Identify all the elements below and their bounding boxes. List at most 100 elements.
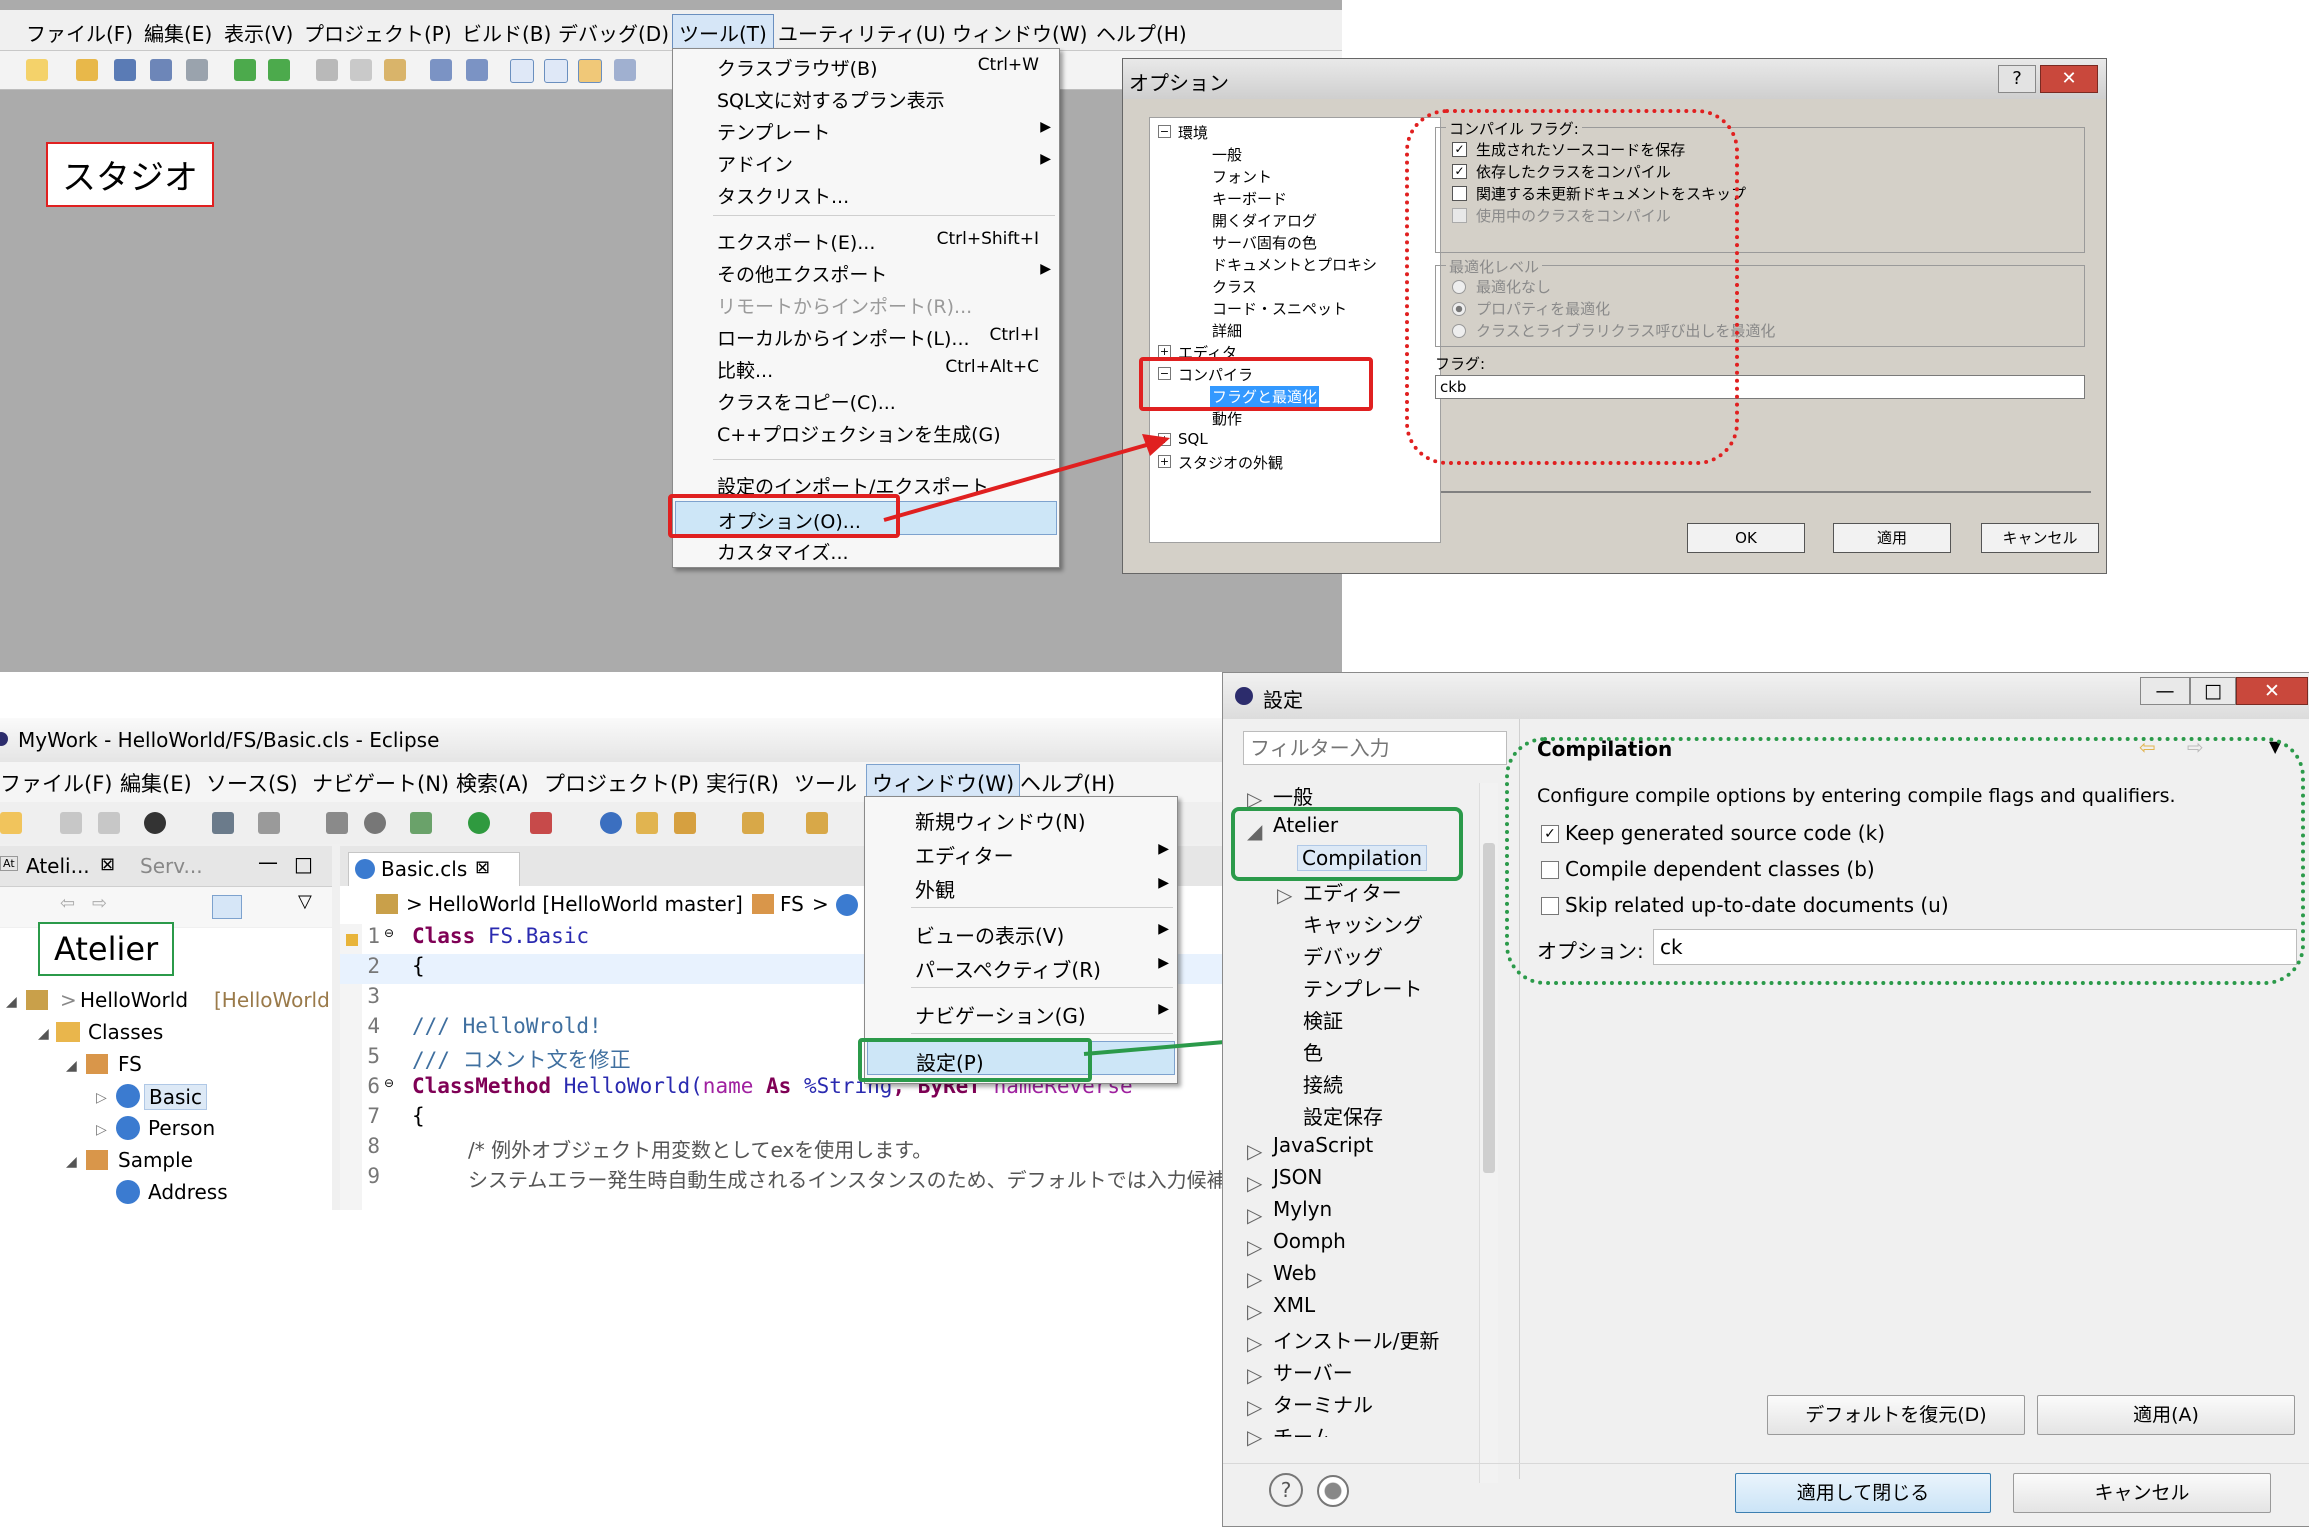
prefs-tree-team[interactable]: チーム	[1273, 1421, 1332, 1437]
tree-env[interactable]: 環境	[1178, 122, 1208, 143]
tree-behavior[interactable]: 動作	[1212, 408, 1242, 429]
menu-item-remote-import[interactable]: リモートからインポート(R)...	[673, 287, 1059, 319]
menu-item-appearance[interactable]: 外観 ▶	[865, 869, 1177, 902]
menu-item-new-window[interactable]: 新規ウィンドウ(N)	[865, 801, 1177, 834]
page-icon[interactable]	[544, 59, 568, 83]
minimize-icon[interactable]: —	[2140, 677, 2190, 705]
expand-icon[interactable]: ◢	[66, 1154, 77, 1170]
back-icon[interactable]: ⇦	[60, 893, 75, 914]
apply-and-close-button[interactable]: 適用して閉じる	[1735, 1473, 1991, 1513]
open-type-icon[interactable]	[600, 812, 622, 834]
tree-fs[interactable]: FS	[118, 1052, 142, 1076]
tree-env-child[interactable]: サーバ固有の色	[1212, 232, 1317, 253]
menu-item-export[interactable]: エクスポート(E)... Ctrl+Shift+I	[673, 223, 1059, 255]
prefs-tree-mylyn[interactable]: Mylyn	[1273, 1197, 1332, 1221]
tree-studio-look[interactable]: スタジオの外観	[1178, 452, 1283, 473]
prefs-tree-oomph[interactable]: Oomph	[1273, 1229, 1346, 1253]
new-icon[interactable]	[0, 812, 22, 834]
tree-sql[interactable]: SQL	[1178, 430, 1208, 448]
menu-item-other-export[interactable]: その他エクスポート ▶	[673, 255, 1059, 287]
prefs-tree-color[interactable]: 色	[1303, 1037, 1323, 1066]
console-icon[interactable]	[212, 812, 234, 834]
minimize-icon[interactable]: —	[258, 850, 278, 874]
save-all-icon[interactable]	[150, 59, 172, 81]
menu-item-editor[interactable]: エディター ▶	[865, 835, 1177, 868]
expand-icon[interactable]: ◢	[66, 1058, 77, 1074]
eclipse-menu-help[interactable]: ヘルプ(H)	[1020, 768, 1115, 798]
eclipse-menu-search[interactable]: 検索(A)	[456, 768, 529, 798]
cancel-button[interactable]: キャンセル	[1981, 523, 2099, 553]
collapsed-icon[interactable]: ▷	[96, 1090, 107, 1106]
studio-menu-debug[interactable]: デバッグ(D)	[558, 18, 669, 47]
close-icon[interactable]: ⊠	[100, 854, 115, 875]
collapse-icon[interactable]: −	[1158, 125, 1171, 138]
import-export-icon[interactable]	[1317, 1475, 1349, 1507]
breadcrumb-package[interactable]: FS	[780, 892, 804, 916]
globe-icon[interactable]	[364, 812, 386, 834]
class-icon[interactable]	[578, 59, 602, 83]
menu-item-template[interactable]: テンプレート ▶	[673, 113, 1059, 145]
studio-menu-view[interactable]: 表示(V)	[224, 18, 293, 47]
menu-item-tasklist[interactable]: タスクリスト...	[673, 177, 1059, 209]
studio-menu-help[interactable]: ヘルプ(H)	[1096, 18, 1187, 47]
undo-icon[interactable]	[430, 59, 452, 81]
prefs-tree-template[interactable]: テンプレート	[1303, 973, 1422, 1002]
prefs-tree-connection[interactable]: 接続	[1303, 1069, 1343, 1098]
prefs-tree-caching[interactable]: キャッシング	[1303, 909, 1423, 938]
prefs-tree-terminal[interactable]: ターミナル	[1273, 1389, 1373, 1418]
menu-item-compare[interactable]: 比較... Ctrl+Alt+C	[673, 351, 1059, 383]
close-icon[interactable]: ✕	[2040, 65, 2098, 93]
save-icon[interactable]	[60, 812, 82, 834]
maximize-icon[interactable]: □	[294, 852, 313, 876]
menu-item-local-import[interactable]: ローカルからインポート(L)... Ctrl+I	[673, 319, 1059, 351]
link-editor-icon[interactable]	[212, 895, 242, 919]
tree-env-child[interactable]: クラス	[1212, 276, 1257, 297]
tree-env-child[interactable]: 詳細	[1212, 320, 1242, 341]
eclipse-menu-tools[interactable]: ツール	[794, 768, 857, 798]
open-folder-icon[interactable]	[636, 812, 658, 834]
studio-menu-file[interactable]: ファイル(F)	[26, 18, 133, 47]
open-folder-icon[interactable]	[76, 59, 98, 81]
debug-icon[interactable]	[410, 812, 432, 834]
back-icon[interactable]	[234, 59, 256, 81]
menu-item-copy-class[interactable]: クラスをコピー(C)...	[673, 383, 1059, 415]
binary-icon[interactable]	[258, 812, 280, 834]
tool-icon[interactable]	[326, 812, 348, 834]
tree-icon[interactable]	[614, 59, 636, 81]
tree-env-child[interactable]: 開くダイアログ	[1212, 210, 1317, 231]
prefs-tree-general[interactable]: 一般	[1273, 781, 1313, 810]
eclipse-menu-file[interactable]: ファイル(F)	[0, 768, 112, 798]
tree-sample[interactable]: Sample	[118, 1148, 193, 1172]
prefs-tree-web[interactable]: Web	[1273, 1261, 1317, 1285]
scrollbar-thumb[interactable]	[1483, 843, 1495, 1173]
studio-menu-utility[interactable]: ユーティリティ(U)	[778, 18, 946, 47]
print-icon[interactable]	[186, 59, 208, 81]
eclipse-menu-project[interactable]: プロジェクト(P)	[544, 768, 699, 798]
prefs-tree-xml[interactable]: XML	[1273, 1293, 1315, 1317]
forward-icon[interactable]	[268, 59, 290, 81]
menu-item-class-browser[interactable]: クラスブラウザ(B) Ctrl+W	[673, 49, 1059, 81]
expand-icon[interactable]: ◢	[6, 994, 17, 1010]
tree-env-child[interactable]: 一般	[1212, 144, 1242, 165]
tree-env-child[interactable]: フォント	[1212, 166, 1272, 187]
help-icon[interactable]: ?	[1998, 65, 2036, 93]
studio-menu-tools[interactable]: ツール(T)	[672, 14, 774, 51]
collapsed-icon[interactable]: ▷	[96, 1122, 107, 1138]
menu-item-perspective[interactable]: パースペクティブ(R) ▶	[865, 949, 1177, 982]
cancel-button[interactable]: キャンセル	[2013, 1473, 2271, 1513]
prefs-tree-javascript[interactable]: JavaScript	[1273, 1133, 1373, 1157]
filter-input[interactable]	[1243, 731, 1507, 765]
apply-button[interactable]: 適用	[1833, 523, 1951, 553]
eclipse-menu-run[interactable]: 実行(R)	[706, 768, 779, 798]
tree-env-child[interactable]: キーボード	[1212, 188, 1287, 209]
tree-project[interactable]: HelloWorld	[80, 988, 188, 1012]
save-icon[interactable]	[114, 59, 136, 81]
copy-icon[interactable]	[350, 59, 372, 81]
prev-annotation-icon[interactable]	[806, 812, 828, 834]
tab-server[interactable]: Serv...	[140, 854, 203, 878]
tree-basic[interactable]: Basic	[144, 1084, 207, 1110]
prefs-tree-json[interactable]: JSON	[1273, 1165, 1322, 1189]
tree-address[interactable]: Address	[148, 1180, 228, 1204]
next-annotation-icon[interactable]	[742, 812, 764, 834]
editor-tab-basic[interactable]: Basic.cls ⊠	[348, 852, 520, 887]
